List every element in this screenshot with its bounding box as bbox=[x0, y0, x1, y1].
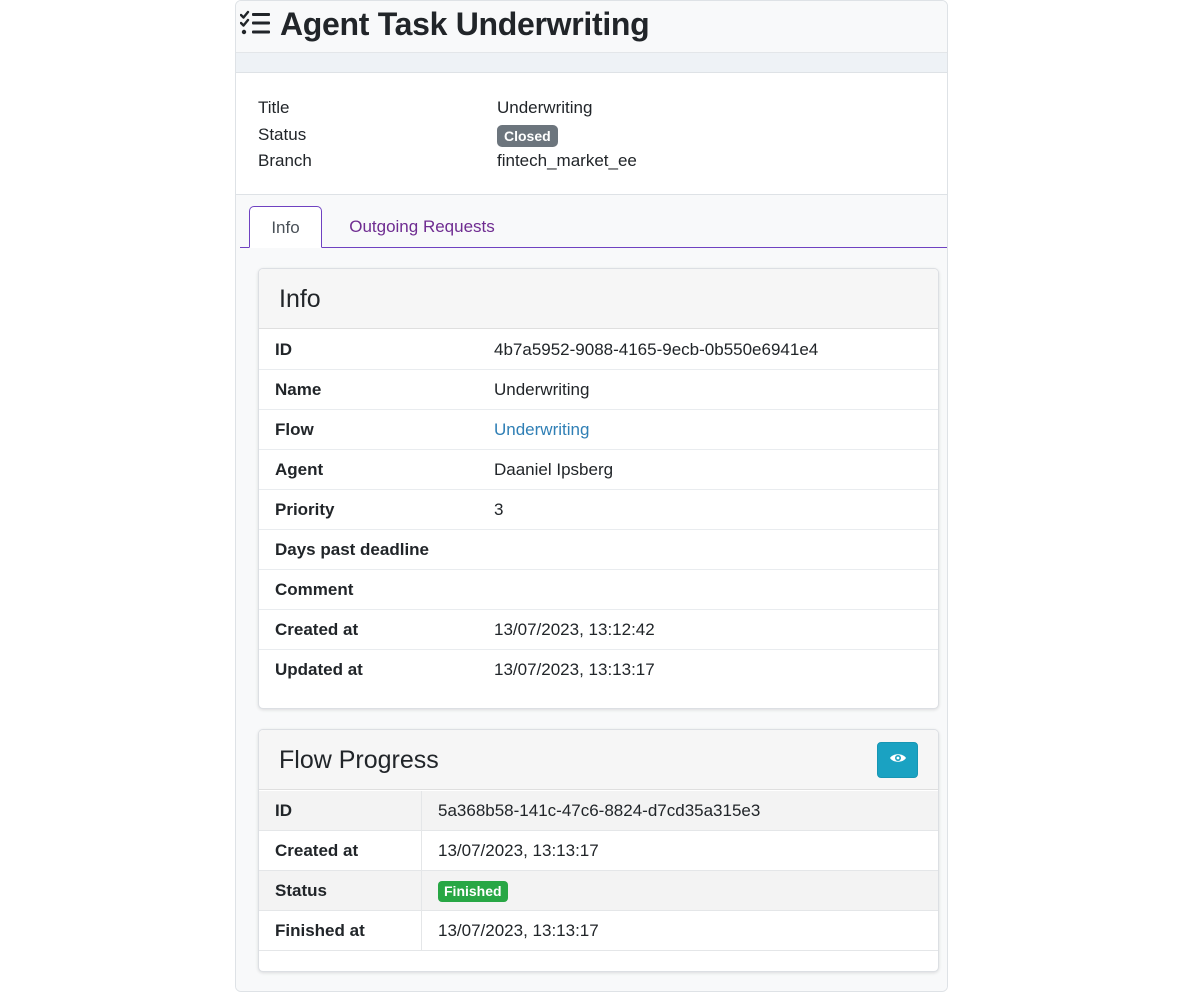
info-key: Priority bbox=[275, 500, 335, 519]
header-divider bbox=[236, 53, 947, 73]
info-row: Name Underwriting bbox=[259, 370, 938, 410]
card-title: Flow Progress bbox=[279, 746, 439, 774]
view-flow-button[interactable] bbox=[877, 742, 918, 778]
info-row: Flow Underwriting bbox=[259, 410, 938, 450]
status-badge: Finished bbox=[438, 881, 508, 903]
fp-key: ID bbox=[259, 791, 422, 831]
info-row: Agent Daaniel Ipsberg bbox=[259, 450, 938, 490]
info-row: Comment bbox=[259, 570, 938, 610]
info-key: Updated at bbox=[275, 660, 363, 679]
info-key: ID bbox=[275, 340, 292, 359]
info-key: Flow bbox=[275, 420, 314, 439]
info-key: Name bbox=[275, 380, 322, 399]
card-header: Flow Progress bbox=[259, 730, 938, 790]
info-value: 13/07/2023, 13:13:17 bbox=[494, 660, 655, 679]
table-row: Created at 13/07/2023, 13:13:17 bbox=[259, 831, 938, 871]
info-row: Priority 3 bbox=[259, 490, 938, 530]
flow-progress-card: Flow Progress ID 5a368b58-141c-47c6-8824… bbox=[258, 729, 939, 972]
flow-link[interactable]: Underwriting bbox=[494, 410, 589, 450]
info-value: Underwriting bbox=[494, 380, 590, 399]
page-title: Agent Task Underwriting bbox=[280, 6, 650, 42]
summary-label: Branch bbox=[258, 151, 312, 170]
fp-key: Created at bbox=[259, 831, 422, 871]
summary-label: Status bbox=[258, 125, 307, 144]
info-value: 3 bbox=[494, 500, 504, 519]
info-key: Agent bbox=[275, 460, 324, 479]
card-title: Info bbox=[279, 285, 321, 313]
eye-icon bbox=[889, 751, 907, 769]
summary-value: Underwriting bbox=[497, 98, 593, 117]
tasks-list-icon bbox=[239, 10, 272, 38]
table-row: ID 5a368b58-141c-47c6-8824-d7cd35a315e3 bbox=[259, 791, 938, 831]
table-row: Status Finished bbox=[259, 871, 938, 911]
fp-key: Finished at bbox=[259, 911, 422, 951]
fp-value: 13/07/2023, 13:13:17 bbox=[438, 841, 599, 860]
card-header: Info bbox=[259, 269, 938, 329]
tabs-area: Info Outgoing Requests Info ID 4b7a5952-… bbox=[236, 195, 947, 991]
info-key: Created at bbox=[275, 620, 359, 639]
summary-value: fintech_market_ee bbox=[497, 151, 637, 170]
fp-value: 13/07/2023, 13:13:17 bbox=[438, 921, 599, 940]
info-row: Updated at 13/07/2023, 13:13:17 bbox=[259, 650, 938, 690]
tab-outgoing-requests[interactable]: Outgoing Requests bbox=[332, 206, 512, 248]
info-row: ID 4b7a5952-9088-4165-9ecb-0b550e6941e4 bbox=[259, 330, 938, 370]
info-key: Comment bbox=[275, 580, 354, 599]
table-row: Finished at 13/07/2023, 13:13:17 bbox=[259, 911, 938, 951]
page-header: Agent Task Underwriting bbox=[236, 1, 947, 53]
fp-value: 5a368b58-141c-47c6-8824-d7cd35a315e3 bbox=[438, 801, 761, 820]
info-value: Daaniel Ipsberg bbox=[494, 460, 614, 479]
info-row: Created at 13/07/2023, 13:12:42 bbox=[259, 610, 938, 650]
info-row: Days past deadline bbox=[259, 530, 938, 570]
info-value: 4b7a5952-9088-4165-9ecb-0b550e6941e4 bbox=[494, 340, 819, 359]
status-badge: Closed bbox=[497, 124, 558, 147]
task-summary: Title Underwriting Status Closed Branch … bbox=[236, 74, 947, 195]
fp-key: Status bbox=[259, 871, 422, 911]
tab-info[interactable]: Info bbox=[249, 206, 322, 248]
info-card: Info ID 4b7a5952-9088-4165-9ecb-0b550e69… bbox=[258, 268, 939, 709]
summary-label: Title bbox=[258, 98, 290, 117]
task-panel: Agent Task Underwriting Title Underwriti… bbox=[235, 0, 948, 992]
info-key: Days past deadline bbox=[275, 540, 430, 559]
info-value: 13/07/2023, 13:12:42 bbox=[494, 620, 655, 639]
